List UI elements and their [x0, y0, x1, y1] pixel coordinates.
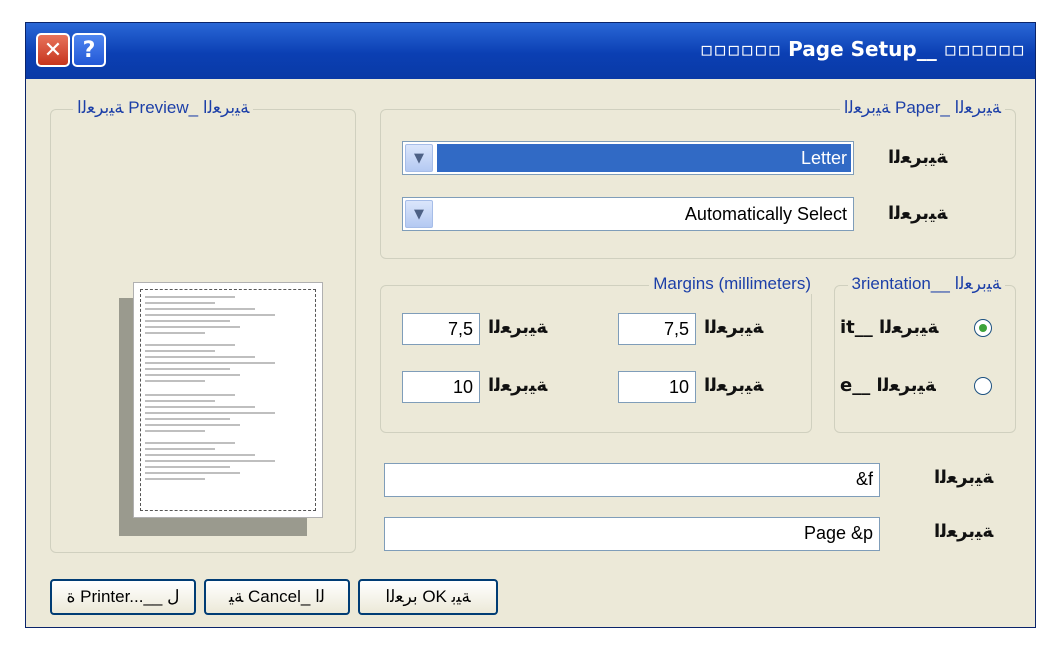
footer-label: ﺔﻴﺑﺮﻌﻟﺍ: [934, 521, 994, 542]
preview-legend: ﺔﻴﺑﺮﻌﻟﺍ Preview_ ﺔﻴﺑﺮﻌﻟﺍ: [73, 98, 254, 118]
preview-margins: [140, 289, 316, 511]
margin-left-label: ﺔﻴﺑﺮﻌﻟﺍ: [488, 317, 548, 338]
paper-size-label: ﺔﻴﺑﺮﻌﻟﺍ: [888, 147, 948, 168]
paper-size-value: Letter: [437, 144, 851, 172]
page-setup-dialog: ✕ ? ▫▫▫▫▫▫ Page Setup__ ▫▫▫▫▫▫ ﺔﻴﺑﺮﻌﻟﺍ P…: [25, 22, 1036, 628]
chevron-down-icon[interactable]: ▼: [405, 200, 433, 228]
ok-button[interactable]: ﺑﺮﻌﻟﺍ OK ﺔﻴﺑ: [358, 579, 498, 615]
preview-page: [133, 282, 323, 518]
margins-legend: Margins (millimeters): [649, 274, 815, 294]
paper-source-value: Automatically Select: [684, 204, 847, 224]
header-input[interactable]: &f: [384, 463, 880, 497]
orientation-legend: 3rientation__ ﺔﻴﺑﺮﻌﻟﺍ: [847, 274, 1005, 294]
portrait-label: it__ ﺔﻴﺑﺮﻌﻟﺍ: [840, 317, 939, 338]
margin-bottom-label: ﺔﻴﺑﺮﻌﻟﺍ: [704, 375, 764, 396]
paper-legend: ﺔﻴﺑﺮﻌﻟﺍ Paper_ ﺔﻴﺑﺮﻌﻟﺍ: [839, 98, 1005, 118]
chevron-down-icon[interactable]: ▼: [405, 144, 433, 172]
orientation-group: 3rientation__ ﺔﻴﺑﺮﻌﻟﺍ: [834, 274, 1016, 433]
landscape-radio[interactable]: [974, 377, 992, 395]
paper-group: ﺔﻴﺑﺮﻌﻟﺍ Paper_ ﺔﻴﺑﺮﻌﻟﺍ: [380, 98, 1016, 259]
paper-source-select[interactable]: ▼ Automatically Select: [402, 197, 854, 231]
help-button[interactable]: ?: [72, 33, 106, 67]
preview-group: ﺔﻴﺑﺮﻌﻟﺍ Preview_ ﺔﻴﺑﺮﻌﻟﺍ: [50, 98, 356, 553]
margin-right-label: ﺔﻴﺑﺮﻌﻟﺍ: [704, 317, 764, 338]
margin-top-label: ﺔﻴﺑﺮﻌﻟﺍ: [488, 375, 548, 396]
margin-right-input[interactable]: 7,5: [618, 313, 696, 345]
portrait-radio[interactable]: [974, 319, 992, 337]
header-label: ﺔﻴﺑﺮﻌﻟﺍ: [934, 467, 994, 488]
landscape-label: e__ ﺔﻴﺑﺮﻌﻟﺍ: [840, 375, 936, 396]
margin-top-input[interactable]: 10: [402, 371, 480, 403]
printer-button[interactable]: ﺓ Printer...__ ﻝ: [50, 579, 196, 615]
cancel-button[interactable]: ﺔﻴ Cancel_ ﻟﺍ: [204, 579, 350, 615]
margin-bottom-input[interactable]: 10: [618, 371, 696, 403]
footer-input[interactable]: Page &p: [384, 517, 880, 551]
margin-left-input[interactable]: 7,5: [402, 313, 480, 345]
title-bar[interactable]: ✕ ? ▫▫▫▫▫▫ Page Setup__ ▫▫▫▫▫▫: [26, 23, 1035, 79]
close-icon[interactable]: ✕: [36, 33, 70, 67]
window-title: ▫▫▫▫▫▫ Page Setup__ ▫▫▫▫▫▫: [699, 37, 1025, 61]
paper-size-select[interactable]: ▼ Letter: [402, 141, 854, 175]
paper-source-label: ﺔﻴﺑﺮﻌﻟﺍ: [888, 203, 948, 224]
margins-group: Margins (millimeters): [380, 274, 815, 433]
